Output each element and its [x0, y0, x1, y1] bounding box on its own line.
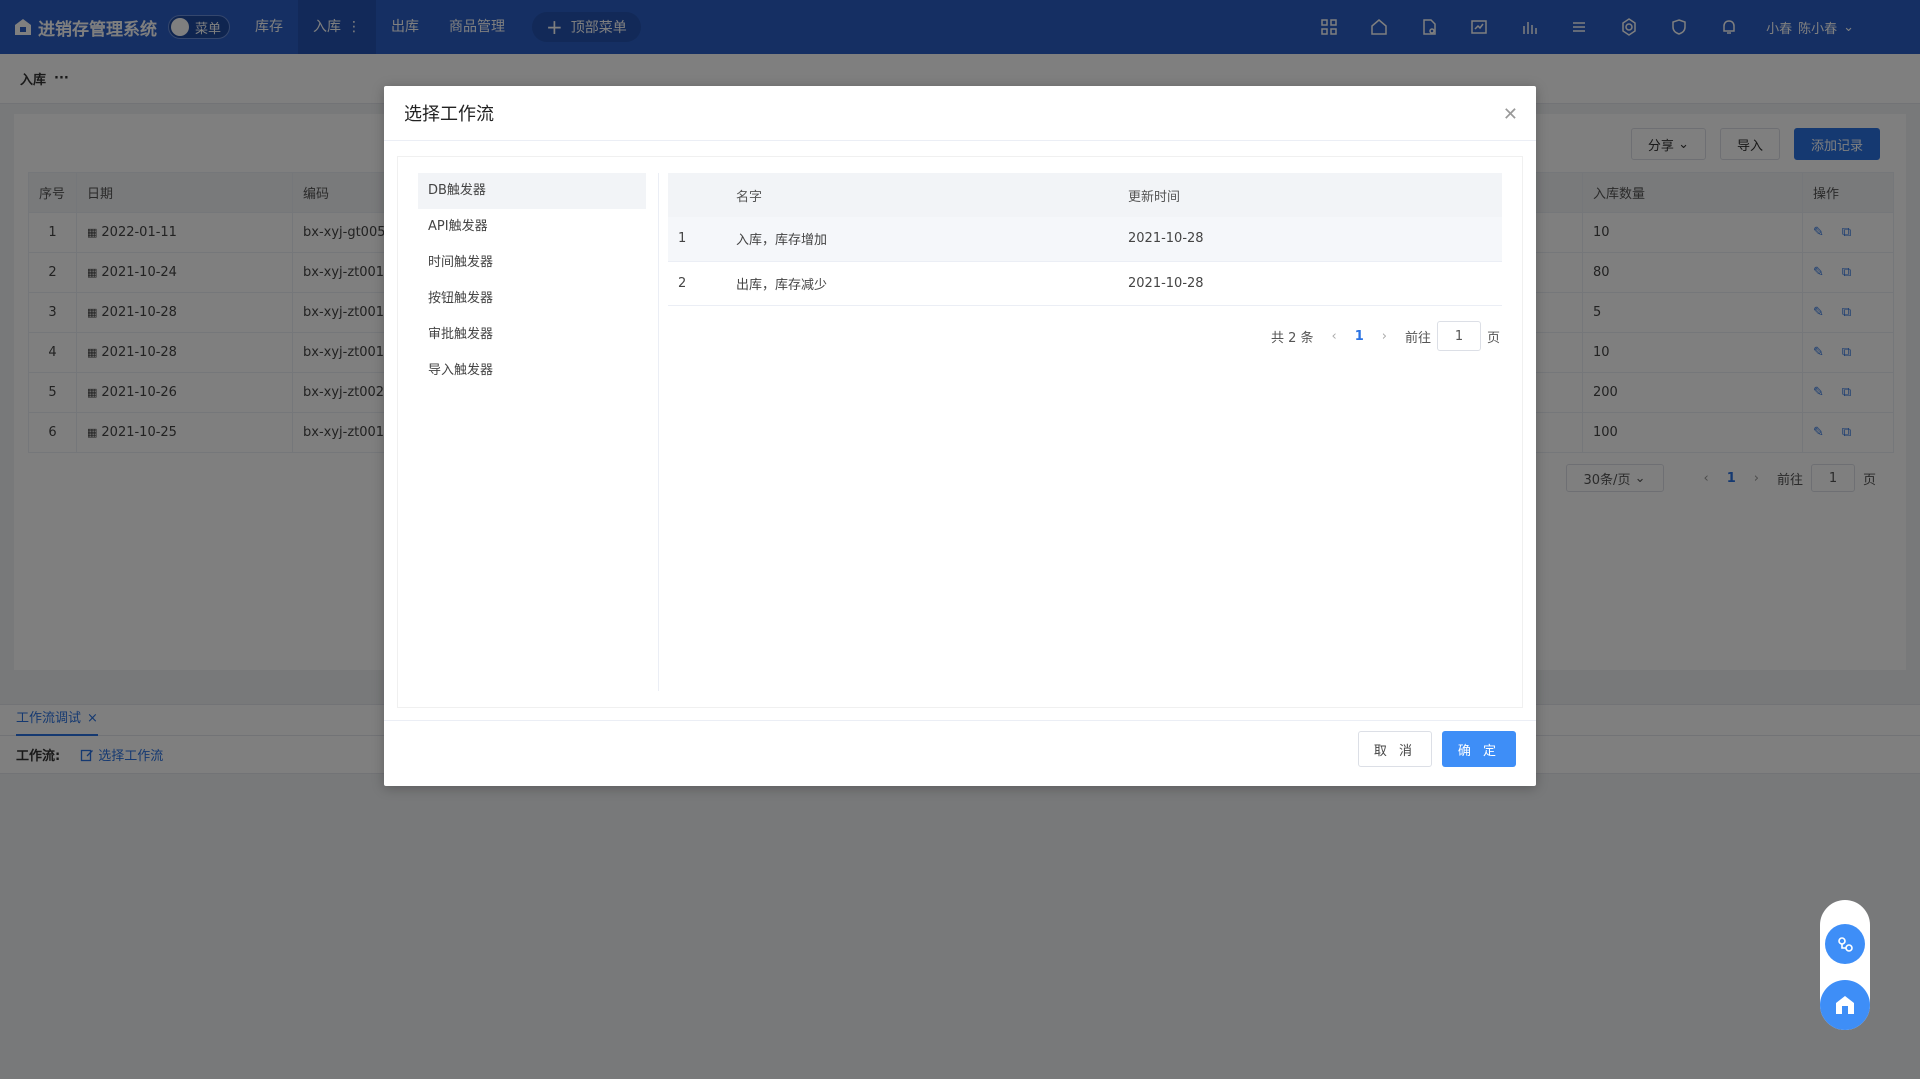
workflow-table: 名字 更新时间 1 入库，库存增加 2021-10-28 2 出库，库存减少 2…	[668, 173, 1502, 306]
column-header: 名字	[726, 173, 1118, 217]
home-icon	[1836, 996, 1854, 1014]
table-row[interactable]: 2 出库，库存减少 2021-10-28	[668, 261, 1502, 306]
row-index: 2	[668, 261, 726, 306]
column-header	[668, 173, 726, 217]
column-header: 更新时间	[1118, 173, 1502, 217]
dialog-footer: 取 消 确 定	[384, 720, 1536, 786]
dialog-body: DB触发器 API触发器 时间触发器 按钮触发器 审批触发器 导入触发器 名字 …	[397, 156, 1523, 708]
select-workflow-dialog: 选择工作流 ✕ DB触发器 API触发器 时间触发器 按钮触发器 审批触发器 导…	[384, 86, 1536, 786]
trigger-item-import[interactable]: 导入触发器	[418, 353, 646, 389]
workflow-settings-button[interactable]	[1825, 924, 1865, 964]
cancel-button[interactable]: 取 消	[1358, 731, 1432, 767]
prev-page-icon[interactable]: ‹	[1332, 329, 1337, 344]
close-icon[interactable]: ✕	[1503, 104, 1518, 125]
trigger-item-approval[interactable]: 审批触发器	[418, 317, 646, 353]
dialog-header: 选择工作流	[384, 86, 1536, 141]
workflow-updated: 2021-10-28	[1118, 217, 1502, 262]
workflow-name: 入库，库存增加	[726, 217, 1118, 262]
home-float-button[interactable]	[1820, 980, 1870, 1030]
divider	[658, 173, 659, 691]
workflow-updated: 2021-10-28	[1118, 261, 1502, 306]
trigger-item-time[interactable]: 时间触发器	[418, 245, 646, 281]
total-count: 共 2 条	[1270, 330, 1314, 346]
floating-action-bar	[1820, 900, 1870, 1030]
next-page-icon[interactable]: ›	[1382, 329, 1387, 344]
table-row[interactable]: 1 入库，库存增加 2021-10-28	[668, 217, 1502, 262]
dialog-title: 选择工作流	[404, 104, 494, 125]
row-index: 1	[668, 217, 726, 262]
trigger-item-button[interactable]: 按钮触发器	[418, 281, 646, 317]
goto-label: 前往	[1404, 330, 1431, 346]
page-unit-label: 页	[1486, 330, 1500, 346]
workflow-name: 出库，库存减少	[726, 261, 1118, 306]
workflow-pagination: 共 2 条 ‹ 1 › 前往 1 页	[1271, 321, 1500, 351]
confirm-button[interactable]: 确 定	[1442, 731, 1516, 767]
trigger-item-db[interactable]: DB触发器	[418, 173, 646, 209]
workflow-gear-icon	[1838, 937, 1853, 952]
goto-page-input[interactable]: 1	[1436, 321, 1481, 351]
trigger-item-api[interactable]: API触发器	[418, 209, 646, 245]
trigger-type-list: DB触发器 API触发器 时间触发器 按钮触发器 审批触发器 导入触发器	[418, 173, 646, 389]
current-page[interactable]: 1	[1355, 329, 1364, 344]
